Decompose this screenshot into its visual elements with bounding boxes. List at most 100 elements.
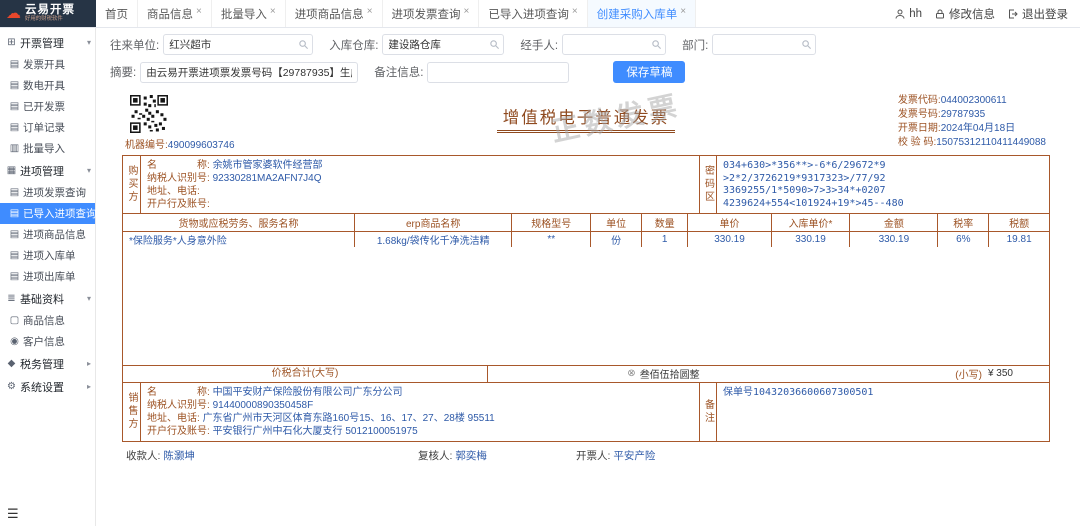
seller-bank-label: 开户行及账号: (147, 426, 213, 437)
search-icon[interactable] (489, 39, 500, 50)
sidebar-item-1-0[interactable]: ▤进项发票查询 (0, 182, 95, 203)
tab-close-icon[interactable]: × (196, 6, 202, 17)
summary-input-wrap (140, 62, 358, 83)
invoice-header: 机器编号:490099603746 增值税电子普通发票 正数发票 发票代码:04… (122, 93, 1050, 155)
tab-label: 进项商品信息 (295, 6, 364, 22)
search-icon[interactable] (651, 39, 662, 50)
seller-taxid-label: 纳税人识别号: (147, 400, 213, 411)
total-amount-figures: (小写) ¥ 350 (839, 366, 1049, 382)
password-line: 034+630>*356**>-6*6/29672*9 (723, 160, 1043, 173)
doc-icon: ▤ (9, 122, 20, 133)
sidebar-item-label: 进项发票查询 (23, 185, 86, 200)
purchase-form: 往来单位: 入库仓库: 经手人: (96, 28, 1080, 91)
sidebar-section-0[interactable]: ⊞开票管理▾ (0, 31, 95, 54)
inbox-icon: ▦ (6, 165, 17, 176)
department-input[interactable] (713, 39, 815, 51)
machine-number-label: 机器编号: (125, 140, 168, 151)
column-header: 单价 (688, 214, 771, 231)
total-amount-words: ⊗ 叁佰伍拾圆整 (488, 366, 839, 382)
sidebar-item-2-1[interactable]: ◉客户信息 (0, 331, 95, 352)
table-cell: 6% (938, 231, 989, 247)
tab-3[interactable]: 进项商品信息× (286, 0, 383, 27)
sidebar-section-4[interactable]: ⚙系统设置▸ (0, 375, 95, 398)
remark-input[interactable] (428, 66, 568, 78)
tab-2[interactable]: 批量导入× (212, 0, 286, 27)
tab-4[interactable]: 进项发票查询× (383, 0, 480, 27)
sidebar-item-1-2[interactable]: ▤进项商品信息 (0, 224, 95, 245)
sidebar-section-3[interactable]: ◆税务管理▸ (0, 352, 95, 375)
partner-input[interactable] (164, 39, 312, 51)
tab-6[interactable]: 创建采购入库单× (588, 0, 696, 27)
tab-0[interactable]: 首页 (96, 0, 138, 27)
buyer-name-label: 名 称: (147, 160, 213, 171)
buyer-bank-label: 开户行及账号: (147, 199, 213, 210)
doc-icon: ▤ (9, 187, 20, 198)
user-menu[interactable]: hh (894, 8, 922, 20)
tab-bar: 首页商品信息×批量导入×进项商品信息×进项发票查询×已导入进项查询×创建采购入库… (96, 0, 882, 27)
password-line: 3369255/1*5090>7>3>34*+0207 (723, 185, 1043, 198)
warehouse-input[interactable] (383, 39, 503, 51)
invoice-empty-area (123, 247, 1049, 366)
handler-input-wrap (562, 34, 666, 55)
sidebar-item-0-4[interactable]: ▥批量导入 (0, 138, 95, 159)
column-header: 入库单价* (771, 214, 850, 231)
seller-side-label: 销售方 (123, 383, 141, 441)
sidebar-item-0-1[interactable]: ▤数电开具 (0, 75, 95, 96)
summary-input[interactable] (141, 66, 357, 78)
doc-icon: ▤ (9, 271, 20, 282)
tab-label: 已导入进项查询 (488, 6, 569, 22)
total-amount: ¥ 350 (988, 368, 1013, 379)
tab-close-icon[interactable]: × (464, 6, 470, 17)
seller-name: 中国平安财产保险股份有限公司广东分公司 (213, 387, 403, 398)
sidebar-section-label: 开票管理 (20, 35, 64, 51)
buyer-taxid: 92330281MA2AFN7J4Q (213, 173, 322, 184)
buyer-info: 名 称: 余姚市管家婆软件经营部 纳税人识别号: 92330281MA2AFN7… (141, 156, 699, 213)
sidebar-section-label: 基础资料 (20, 291, 64, 307)
sidebar-item-0-0[interactable]: ▤发票开具 (0, 54, 95, 75)
summary-label: 摘要: (110, 64, 136, 80)
sidebar-item-label: 批量导入 (23, 141, 65, 156)
sidebar-section-1[interactable]: ▦进项管理▾ (0, 159, 95, 182)
sidebar-item-1-4[interactable]: ▤进项出库单 (0, 266, 95, 287)
tab-close-icon[interactable]: × (572, 6, 578, 17)
sidebar-item-2-0[interactable]: ▢商品信息 (0, 310, 95, 331)
warehouse-input-wrap (382, 34, 504, 55)
password-area-content: 034+630>*356**>-6*6/29672*9>2*2/3726219*… (717, 156, 1049, 213)
sidebar-section-2[interactable]: ≣基础资料▾ (0, 287, 95, 310)
tab-close-icon[interactable]: × (680, 6, 686, 17)
customer-icon: ◉ (9, 336, 20, 347)
tab-close-icon[interactable]: × (270, 6, 276, 17)
sidebar-item-1-3[interactable]: ▤进项入库单 (0, 245, 95, 266)
sidebar-section-label: 进项管理 (20, 163, 64, 179)
tab-close-icon[interactable]: × (367, 6, 373, 17)
sidebar-item-label: 已导入进项查询 (23, 206, 97, 221)
table-cell: 330.19 (850, 231, 938, 247)
buyer-section: 购买方 名 称: 余姚市管家婆软件经营部 纳税人识别号: 92330281MA2… (123, 156, 1049, 214)
save-draft-button[interactable]: 保存草稿 (613, 61, 685, 83)
table-cell: 1 (642, 231, 688, 247)
modify-info-button[interactable]: 修改信息 (934, 6, 995, 22)
tab-5[interactable]: 已导入进项查询× (479, 0, 587, 27)
table-cell: ** (512, 231, 591, 247)
sidebar-item-0-3[interactable]: ▤订单记录 (0, 117, 95, 138)
menu-toggle-icon[interactable]: ☰ (7, 506, 19, 522)
sidebar-item-0-2[interactable]: ▤已开发票 (0, 96, 95, 117)
tab-label: 进项发票查询 (392, 6, 461, 22)
caret-right-icon: ▸ (87, 382, 91, 391)
department-input-wrap (712, 34, 816, 55)
search-icon[interactable] (298, 39, 309, 50)
password-area-label: 密码区 (699, 156, 717, 213)
search-icon[interactable] (801, 39, 812, 50)
password-line: 4239624+554<101924+19*>45--480 (723, 198, 1043, 211)
logout-button[interactable]: 退出登录 (1007, 6, 1068, 22)
table-cell: 1.68kg/袋传化千净洗洁精 (355, 231, 512, 247)
machine-number-value: 490099603746 (168, 140, 235, 151)
seller-info: 名 称: 中国平安财产保险股份有限公司广东分公司 纳税人识别号: 9144000… (141, 383, 699, 441)
tab-1[interactable]: 商品信息× (138, 0, 212, 27)
sidebar-item-label: 进项出库单 (23, 269, 76, 284)
total-words: 叁佰伍拾圆整 (640, 366, 700, 381)
sidebar-item-label: 进项商品信息 (23, 227, 86, 242)
handler-input[interactable] (563, 39, 665, 51)
sidebar: ⊞开票管理▾▤发票开具▤数电开具▤已开发票▤订单记录▥批量导入▦进项管理▾▤进项… (0, 28, 96, 526)
sidebar-item-1-1[interactable]: ▤已导入进项查询 (0, 203, 95, 224)
